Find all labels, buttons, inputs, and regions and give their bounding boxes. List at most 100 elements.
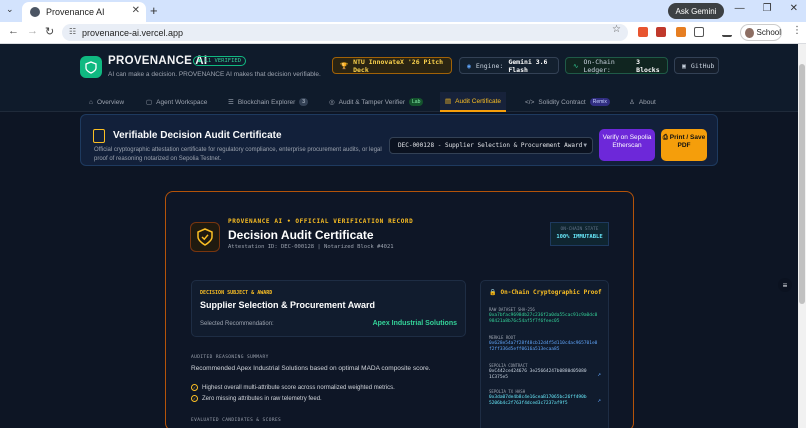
github-label: GitHub [690, 61, 715, 70]
check-icon: ✓ [191, 395, 198, 402]
verify-label: Verify on Sepolia Etherscan [602, 134, 652, 149]
shield-check-icon [190, 222, 220, 252]
pitch-deck-label: NTU InnovateX '26 Pitch Deck [353, 57, 444, 74]
reasoning-bullet: ✓ Zero missing attributes in raw telemetr… [191, 395, 322, 402]
reasoning-header: AUDITED REASONING SUMMARY [191, 355, 269, 360]
tab-overview-label: Overview [96, 98, 125, 106]
tab-solidity-label: Solidity Contract [538, 98, 586, 106]
restore-icon[interactable]: ❐ [763, 3, 772, 14]
window-controls: — ❐ ✕ [735, 3, 798, 14]
bookmark-star-icon[interactable]: ☆ [612, 24, 621, 35]
tab-solidity-contract[interactable]: </> Solidity Contract Remix [520, 92, 615, 112]
bot-icon: ▢ [146, 99, 153, 106]
github-button[interactable]: ▣ GitHub [674, 57, 719, 74]
forward-icon[interactable]: → [27, 25, 38, 37]
certificate-banner: Verifiable Decision Audit Certificate Of… [80, 114, 718, 166]
certificate-kicker: PROVENANCE AI • OFFICIAL VERIFICATION RE… [228, 218, 414, 225]
site-info-icon[interactable]: ☷ [69, 27, 76, 36]
lab-badge: Lab [409, 98, 424, 106]
tab-explorer-label: Blockchain Explorer [237, 98, 296, 106]
download-icon[interactable] [722, 27, 732, 37]
chevron-down-icon: ▼ [583, 142, 587, 149]
reload-icon[interactable]: ↻ [45, 25, 54, 38]
banner-description: Official cryptographic attestation certi… [94, 147, 382, 162]
tab-agent-workspace[interactable]: ▢ Agent Workspace [141, 92, 212, 112]
tab-about[interactable]: ♙ About [624, 92, 661, 112]
raw-dataset-label: RAW DATASET SHA-256 [489, 307, 535, 312]
ask-gemini-button[interactable]: Ask Gemini [668, 3, 724, 19]
pitch-deck-button[interactable]: 🏆 NTU InnovateX '26 Pitch Deck [332, 57, 452, 74]
decision-select-value: DEC-000128 - Supplier Selection & Procur… [398, 142, 583, 149]
main-nav: ⌂ Overview ▢ Agent Workspace ☰ Blockchain E… [0, 92, 798, 112]
app-header: PROVENANCE AI ● L1 VERIFIED AI can make … [0, 44, 798, 92]
app-viewport: PROVENANCE AI ● L1 VERIFIED AI can make … [0, 44, 798, 428]
shield-logo-icon [80, 56, 102, 78]
onchain-proof-card: 🔒 On-Chain Cryptographic Proof RAW DATASE… [480, 280, 609, 428]
tab-title: Provenance AI [46, 7, 105, 17]
tagline: AI can make a decision. PROVENANCE AI ma… [108, 71, 321, 78]
tab-audit-certificate[interactable]: ▤ Audit Certificate [440, 92, 507, 112]
document-check-icon [93, 129, 105, 143]
explorer-count-badge: 3 [299, 98, 309, 106]
profile-label: School [756, 28, 781, 37]
attestation-id: Attestation ID: DEC-000128 | Notarized B… [228, 244, 394, 250]
browser-menu-icon[interactable]: ⋮ [792, 25, 802, 36]
external-link-icon[interactable]: ↗ [597, 397, 601, 404]
extension-orange-icon[interactable] [676, 27, 686, 37]
engine-status: ◉ Engine: Gemini 3.6 Flash [459, 57, 559, 74]
tab-audit-label: Audit & Tamper Verifier [338, 98, 406, 106]
decision-subject-card: DECISION SUBJECT & AWARD Supplier Select… [191, 280, 466, 337]
scrollbar-thumb[interactable] [799, 64, 805, 304]
state-label: ON-CHAIN STATE [560, 227, 599, 232]
check-circle-icon: ◎ [329, 99, 335, 106]
certificate-title: Decision Audit Certificate [228, 228, 374, 242]
proof-header: 🔒 On-Chain Cryptographic Proof [489, 289, 602, 296]
side-panel-icon[interactable]: ≡ [778, 278, 792, 292]
browser-tabstrip: ⌄ Provenance AI ✕ + Ask Gemini — ❐ ✕ [0, 0, 806, 22]
tab-audit-tamper[interactable]: ◎ Audit & Tamper Verifier Lab [324, 92, 428, 112]
print-label: Print / Save PDF [669, 134, 706, 149]
decision-select[interactable]: DEC-000128 - Supplier Selection & Procur… [389, 137, 593, 154]
bullet-text: Zero missing attributes in raw telemetry… [202, 395, 322, 402]
verified-badge: ● L1 VERIFIED [193, 56, 247, 66]
state-value: 100% IMMUTABLE [556, 234, 603, 240]
address-bar[interactable]: ☷ provenance-ai.vercel.app [62, 24, 628, 41]
browser-tab[interactable]: Provenance AI ✕ [22, 2, 146, 22]
url-text: provenance-ai.vercel.app [82, 27, 184, 38]
close-window-icon[interactable]: ✕ [790, 3, 798, 14]
page-scrollbar[interactable] [798, 44, 806, 428]
extension-m-icon[interactable] [656, 27, 666, 37]
printer-icon: ⎙ [662, 134, 668, 141]
check-icon: ✓ [191, 384, 198, 391]
contract-label: SEPOLIA CONTRACT [489, 363, 528, 368]
candidates-header: EVALUATED CANDIDATES & SCORES [191, 418, 282, 423]
banner-title: Verifiable Decision Audit Certificate [113, 130, 282, 141]
proof-title: On-Chain Cryptographic Proof [500, 289, 602, 296]
certificate-card: PROVENANCE AI • OFFICIAL VERIFICATION RE… [165, 191, 634, 428]
tab-overview[interactable]: ⌂ Overview [84, 92, 129, 112]
engine-value: Gemini 3.6 Flash [508, 57, 548, 74]
close-tab-icon[interactable]: ✕ [132, 5, 140, 16]
tx-hash-label: SEPOLIA TX HASH [489, 389, 526, 394]
external-link-icon[interactable]: ↗ [597, 371, 601, 378]
new-tab-icon[interactable]: + [150, 3, 158, 18]
minimize-icon[interactable]: — [735, 3, 745, 14]
lock-icon: 🔒 [489, 289, 497, 296]
subject-title: Supplier Selection & Procurement Award [200, 300, 376, 310]
tab-search-icon[interactable]: ⌄ [6, 4, 14, 15]
recommendation-value: Apex Industrial Solutions [372, 320, 457, 327]
verify-etherscan-button[interactable]: Verify on Sepolia Etherscan [599, 129, 655, 161]
extensions-puzzle-icon[interactable] [694, 27, 704, 37]
engine-label: Engine: [475, 61, 504, 70]
extension-fox-icon[interactable] [638, 27, 648, 37]
favicon-icon [30, 7, 40, 17]
reasoning-summary: Recommended Apex Industrial Solutions ba… [191, 365, 431, 372]
tab-blockchain-explorer[interactable]: ☰ Blockchain Explorer 3 [223, 92, 313, 112]
on-chain-state-badge: ON-CHAIN STATE 100% IMMUTABLE [550, 222, 609, 246]
merkle-root-label: MERKLE ROOT [489, 335, 516, 340]
subject-kicker: DECISION SUBJECT & AWARD [200, 290, 273, 296]
back-icon[interactable]: ← [8, 25, 19, 37]
avatar [745, 27, 754, 38]
profile-button[interactable]: School [740, 24, 782, 41]
print-pdf-button[interactable]: ⎙ Print / Save PDF [661, 129, 707, 161]
